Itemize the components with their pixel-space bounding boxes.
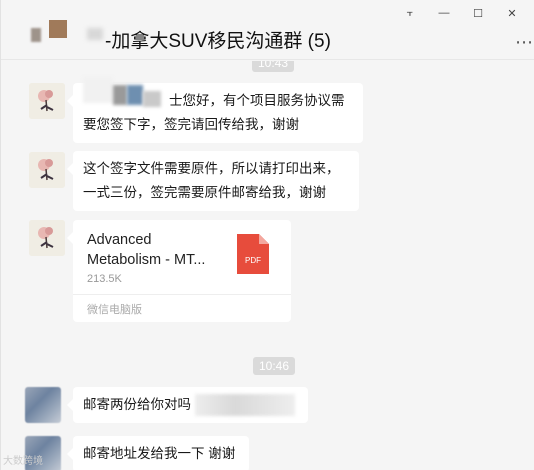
message-bubble[interactable]: 这个签字文件需要原件，所以请打印出来，一式三份，签完需要原件邮寄给我，谢谢 — [67, 151, 359, 211]
avatar[interactable] — [29, 220, 65, 256]
redacted-block — [113, 85, 127, 105]
file-name: Advanced Metabolism - MT... — [87, 232, 206, 268]
avatar[interactable] — [25, 387, 61, 423]
flower-avatar-icon — [29, 220, 65, 256]
flower-avatar-icon — [29, 83, 65, 119]
redacted-block — [143, 91, 161, 107]
avatar[interactable] — [29, 152, 65, 188]
pdf-file-icon: PDF — [237, 234, 269, 274]
chat-title: -加拿大SUV移民沟通群 (5) — [105, 31, 331, 52]
more-icon[interactable]: ⋯ — [515, 32, 534, 53]
minimize-icon[interactable]: — — [427, 4, 461, 22]
chat-window: -加拿大SUV移民沟通群 (5) ⋯ ⫟ — ☐ ✕ 10:43 士您好，有个项… — [0, 0, 534, 470]
divider — [73, 294, 291, 295]
message-list[interactable]: 10:43 士您好，有个项目服务协议需要您签下字，签完请回传给我，谢谢 这个签字… — [1, 61, 534, 470]
flower-avatar-icon — [29, 152, 65, 188]
file-message-card[interactable]: Advanced Metabolism - MT... 213.5K PDF 微… — [67, 220, 291, 322]
file-source: 微信电脑版 — [87, 304, 142, 316]
timestamp: 10:43 — [252, 61, 295, 72]
redacted-block — [127, 85, 143, 105]
title-bar: -加拿大SUV移民沟通群 (5) ⋯ ⫟ — ☐ ✕ — [1, 0, 534, 60]
redacted-block — [49, 20, 67, 38]
redacted-block — [87, 28, 103, 40]
redacted-block — [195, 394, 295, 416]
redacted-block — [31, 28, 41, 42]
window-controls: ⫟ — ☐ ✕ — [393, 4, 529, 22]
avatar[interactable] — [29, 83, 65, 119]
pin-icon[interactable]: ⫟ — [393, 4, 427, 22]
message-text: 邮寄两份给你对吗 — [83, 397, 191, 412]
redacted-block — [83, 77, 113, 103]
timestamp: 10:46 — [253, 357, 296, 375]
watermark: 大数跨境 — [3, 456, 43, 467]
pdf-label: PDF — [245, 256, 261, 265]
message-bubble[interactable]: 邮寄地址发给我一下 谢谢 — [67, 436, 249, 470]
close-icon[interactable]: ✕ — [495, 4, 529, 22]
maximize-icon[interactable]: ☐ — [461, 4, 495, 22]
file-size: 213.5K — [87, 273, 122, 285]
